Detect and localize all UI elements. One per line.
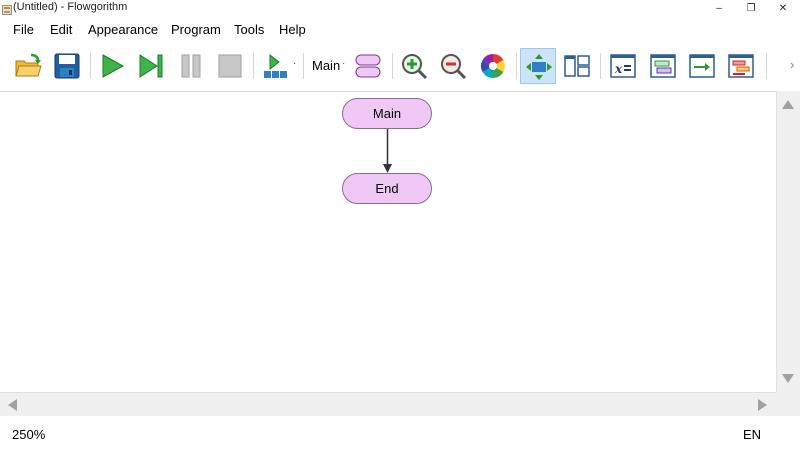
toolbar-separator [600, 53, 601, 79]
save-icon [54, 53, 80, 79]
step-icon [139, 54, 163, 78]
stop-icon [218, 54, 242, 78]
minimize-button[interactable]: – [704, 0, 734, 17]
source-code-icon [728, 54, 754, 78]
pause-button[interactable] [173, 48, 209, 84]
save-button[interactable] [49, 48, 85, 84]
run-button[interactable] [94, 48, 130, 84]
scrollbar-corner [776, 392, 800, 416]
toolbar-separator [303, 53, 304, 79]
function-manager-icon [355, 54, 381, 78]
flowchart-start-terminal[interactable]: Main [342, 98, 432, 129]
flowchart-view-button[interactable] [520, 48, 556, 84]
flowchart-end-terminal[interactable]: End [342, 173, 432, 204]
status-bar: 250% EN [0, 416, 800, 450]
toolbar-separator [766, 53, 767, 79]
output-icon [689, 54, 715, 78]
svg-text:x: x [614, 62, 623, 76]
function-dropdown-indicator[interactable]: · [342, 58, 345, 69]
scroll-down-arrow-icon[interactable] [782, 374, 794, 383]
color-scheme-button[interactable] [475, 48, 511, 84]
split-view-icon [564, 55, 590, 77]
source-code-button[interactable] [723, 48, 759, 84]
output-button[interactable] [684, 48, 720, 84]
title-bar: (Untitled) - Flowgorithm – ❐ ✕ [0, 0, 800, 17]
toolbar-separator [516, 53, 517, 79]
color-wheel-icon [480, 53, 506, 78]
toolbar-overflow-icon[interactable]: › [790, 57, 794, 72]
menu-tools[interactable]: Tools [234, 22, 264, 37]
zoom-level: 250% [12, 427, 46, 442]
run-icon [102, 54, 125, 78]
split-view-button[interactable] [559, 48, 595, 84]
zoom-in-button[interactable] [396, 48, 432, 84]
menu-edit[interactable]: Edit [50, 22, 72, 37]
console-icon [650, 54, 676, 78]
flowchart-view-icon [526, 54, 552, 80]
maximize-button[interactable]: ❐ [736, 0, 766, 17]
menu-program[interactable]: Program [171, 22, 221, 37]
step-button[interactable] [133, 48, 169, 84]
scroll-left-arrow-icon[interactable] [8, 399, 17, 411]
menu-bar: File Edit Appearance Program Tools Help [0, 19, 800, 41]
zoom-in-icon [402, 54, 428, 80]
language-indicator: EN [743, 427, 762, 442]
zoom-out-icon [441, 54, 467, 80]
toolbar-separator [90, 53, 91, 79]
console-button[interactable] [645, 48, 681, 84]
variable-watch-icon: x [610, 54, 636, 78]
open-button[interactable] [10, 48, 46, 84]
menu-file[interactable]: File [13, 22, 34, 37]
toolbar: · Main · x › [0, 43, 800, 89]
function-selector[interactable]: Main [312, 58, 340, 73]
window-title: (Untitled) - Flowgorithm [13, 1, 128, 13]
close-button[interactable]: ✕ [768, 0, 798, 17]
toolbar-separator [392, 53, 393, 79]
variable-watch-button[interactable]: x [605, 48, 641, 84]
zoom-out-button[interactable] [435, 48, 471, 84]
menu-appearance[interactable]: Appearance [88, 22, 158, 37]
layout-button[interactable] [258, 48, 294, 84]
layout-dropdown-indicator[interactable]: · [293, 58, 296, 69]
menu-help[interactable]: Help [279, 22, 306, 37]
flow-connector-arrow[interactable] [380, 129, 396, 174]
layout-icon [264, 53, 287, 78]
flowchart-canvas[interactable]: Main End [0, 91, 776, 392]
horizontal-scrollbar[interactable] [0, 392, 776, 416]
open-icon [15, 53, 42, 77]
scroll-up-arrow-icon[interactable] [782, 100, 794, 109]
stop-button[interactable] [212, 48, 248, 84]
scroll-right-arrow-icon[interactable] [758, 399, 767, 411]
vertical-scrollbar[interactable] [776, 91, 800, 392]
flowgorithm-app-icon [2, 3, 12, 15]
pause-icon [181, 54, 201, 78]
toolbar-separator [253, 53, 254, 79]
function-manager-button[interactable] [350, 48, 386, 84]
